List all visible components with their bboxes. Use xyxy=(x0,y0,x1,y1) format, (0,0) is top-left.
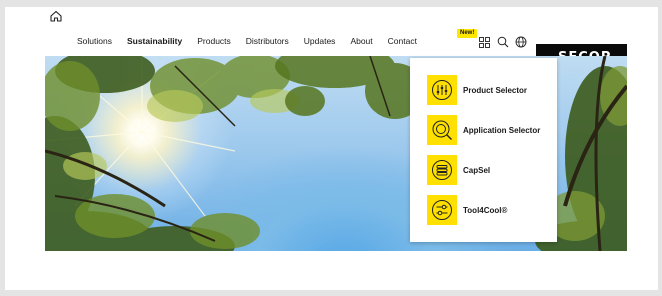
home-icon[interactable] xyxy=(49,9,63,23)
apps-dropdown: Product Selector Application Selector Ca… xyxy=(410,58,557,242)
nav-updates[interactable]: Updates xyxy=(304,36,336,46)
menu-item-tool4cool[interactable]: Tool4Cool® xyxy=(427,195,507,225)
nav-about[interactable]: About xyxy=(350,36,372,46)
menu-item-label: Application Selector xyxy=(463,125,541,135)
globe-icon[interactable] xyxy=(515,36,527,48)
target-search-icon xyxy=(427,115,457,145)
nav-links: Solutions Sustainability Products Distri… xyxy=(77,36,432,46)
search-icon[interactable] xyxy=(497,36,509,48)
menu-item-application-selector[interactable]: Application Selector xyxy=(427,115,540,145)
new-badge: New! xyxy=(457,29,478,38)
page-frame: Solutions Sustainability Products Distri… xyxy=(5,7,658,290)
stack-icon xyxy=(427,155,457,185)
menu-item-label: Tool4Cool® xyxy=(463,205,508,215)
nav-solutions[interactable]: Solutions xyxy=(77,36,112,46)
menu-item-product-selector[interactable]: Product Selector xyxy=(427,75,527,105)
nav-contact[interactable]: Contact xyxy=(388,36,417,46)
menu-item-capsel[interactable]: CapSel xyxy=(427,155,490,185)
sliders-icon xyxy=(427,75,457,105)
toggles-icon xyxy=(427,195,457,225)
menu-item-label: Product Selector xyxy=(463,85,528,95)
grid-apps-icon[interactable] xyxy=(479,37,490,48)
menu-item-label: CapSel xyxy=(463,165,491,175)
nav-products[interactable]: Products xyxy=(197,36,231,46)
nav-sustainability[interactable]: Sustainability xyxy=(127,36,182,46)
nav-distributors[interactable]: Distributors xyxy=(246,36,289,46)
